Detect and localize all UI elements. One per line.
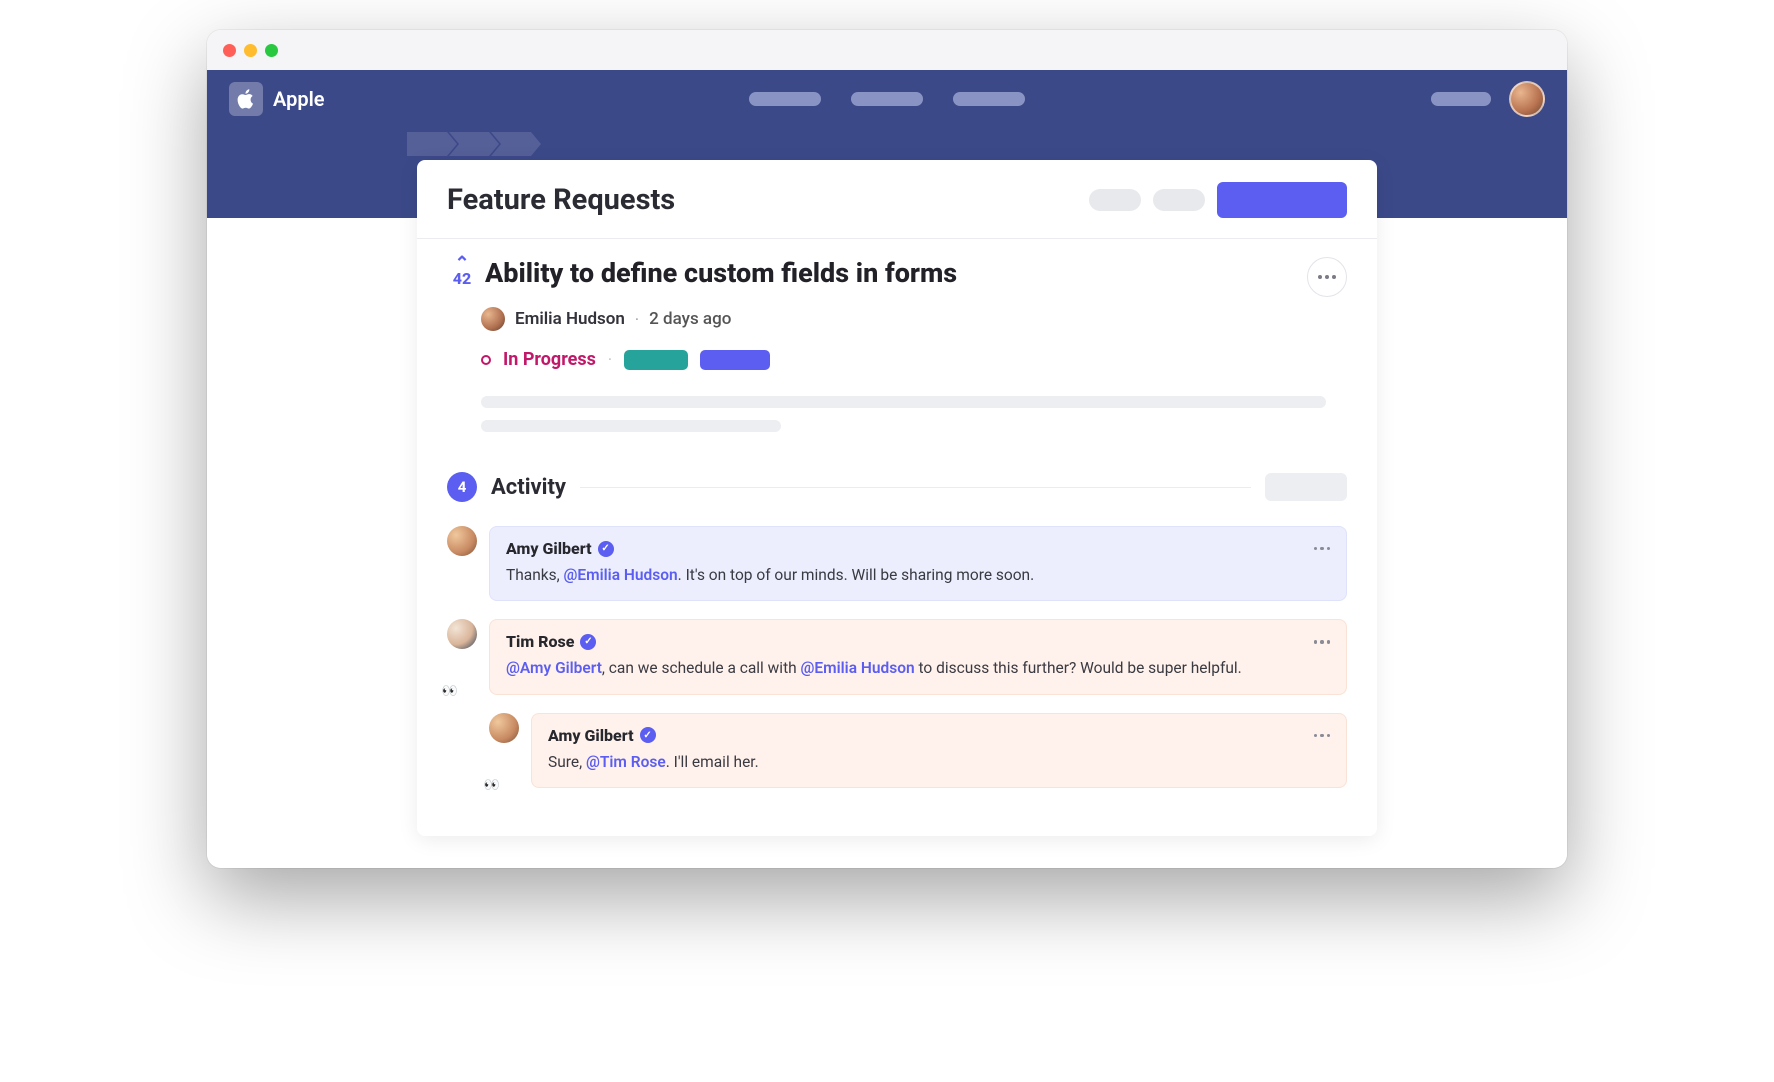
comment-text: Sure, @Tim Rose. I'll email her. [548,751,1330,773]
tag-chip[interactable] [624,350,688,370]
header-action-placeholder[interactable] [1089,189,1141,211]
header-action-placeholder[interactable] [1153,189,1205,211]
comment-bubble: Amy Gilbert ✓ Thanks, @Emilia Hudson. It's… [489,526,1347,601]
comment-author[interactable]: Amy Gilbert [548,726,634,745]
status-indicator-icon [481,355,491,365]
user-mention[interactable]: @Amy Gilbert [506,659,602,677]
user-mention[interactable]: @Tim Rose [586,753,666,771]
comment-more-button[interactable] [1314,547,1331,551]
comment-text: Thanks, @Emilia Hudson. It's on top of o… [506,564,1330,586]
comment-avatar-wrap: 👀 [447,619,477,694]
window-maximize-icon[interactable] [265,44,278,57]
comment-avatar[interactable] [447,619,477,649]
status-label[interactable]: In Progress [503,349,596,370]
tag-chip[interactable] [700,350,770,370]
post-timestamp: 2 days ago [649,309,731,329]
comment-more-button[interactable] [1314,640,1331,644]
activity-heading: Activity [491,475,566,500]
section-title: Feature Requests [447,183,675,217]
verified-badge-icon: ✓ [640,727,656,743]
comment-avatar[interactable] [489,713,519,743]
comment-more-button[interactable] [1314,734,1331,738]
org-switcher[interactable]: Apple [229,82,325,116]
primary-action-button[interactable] [1217,182,1347,218]
window-minimize-icon[interactable] [244,44,257,57]
meta-separator: · [608,350,612,369]
apple-logo-icon [229,82,263,116]
internal-visibility-icon: 👀 [483,776,501,794]
activity-count-badge: 4 [447,472,477,502]
user-avatar[interactable] [1509,81,1545,117]
top-navbar: Apple [207,70,1567,128]
post-more-button[interactable] [1307,257,1347,297]
org-name: Apple [273,87,325,111]
meta-separator: · [635,310,639,329]
vote-button[interactable]: ⌃ 42 [447,259,477,288]
card-header: Feature Requests [417,160,1377,239]
breadcrumb [407,132,533,156]
app-window: Apple Feature Requests [207,30,1567,868]
user-mention[interactable]: @Emilia Hudson [801,659,915,677]
subheader-area: Feature Requests ⌃ 42 Ability to define … [207,128,1567,218]
comment-item: 👀 Amy Gilbert ✓ Sure, @Tim Rose. I'll email… [489,713,1347,788]
comment-text: @Amy Gilbert, can we schedule a call wit… [506,657,1330,679]
author-avatar[interactable] [481,307,505,331]
vote-count: 42 [453,269,471,288]
comments-list: Amy Gilbert ✓ Thanks, @Emilia Hudson. It's… [417,526,1377,836]
activity-sort-placeholder[interactable] [1265,473,1347,501]
nav-link-placeholder[interactable] [749,92,821,106]
comment-avatar[interactable] [447,526,477,556]
comment-bubble: Tim Rose ✓ @Amy Gilbert, can we schedule a… [489,619,1347,694]
window-titlebar [207,30,1567,70]
feature-request-card: Feature Requests ⌃ 42 Ability to define … [417,160,1377,836]
ellipsis-icon [1318,275,1336,279]
post-body-placeholder [481,396,1347,432]
internal-visibility-icon: 👀 [441,683,459,701]
verified-badge-icon: ✓ [580,634,596,650]
window-close-icon[interactable] [223,44,236,57]
comment-item: Amy Gilbert ✓ Thanks, @Emilia Hudson. It's… [447,526,1347,601]
divider [580,487,1251,488]
nav-link-placeholder[interactable] [1431,92,1491,106]
post-title: Ability to define custom fields in forms [485,257,1303,291]
comment-item: 👀 Tim Rose ✓ @Amy Gilbert, can we schedule … [447,619,1347,694]
author-name[interactable]: Emilia Hudson [515,309,625,329]
comment-author[interactable]: Tim Rose [506,632,574,651]
nav-link-placeholder[interactable] [953,92,1025,106]
comment-avatar-wrap: 👀 [489,713,519,788]
user-mention[interactable]: @Emilia Hudson [564,566,678,584]
top-nav-links [749,92,1025,106]
comment-bubble: Amy Gilbert ✓ Sure, @Tim Rose. I'll email … [531,713,1347,788]
nav-link-placeholder[interactable] [851,92,923,106]
chevron-up-icon: ⌃ [454,259,469,269]
comment-author[interactable]: Amy Gilbert [506,539,592,558]
verified-badge-icon: ✓ [598,541,614,557]
breadcrumb-step[interactable] [407,132,457,156]
comment-avatar-wrap [447,526,477,601]
